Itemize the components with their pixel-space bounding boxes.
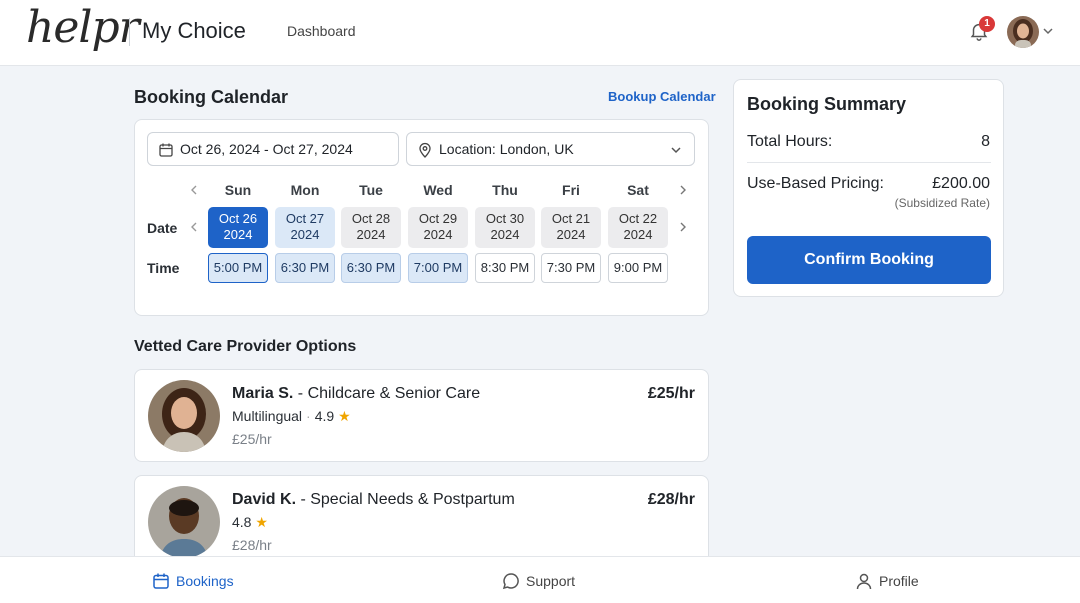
date-cell-year: 2024 — [556, 227, 586, 242]
date-cell-year: 2024 — [290, 227, 320, 242]
date-cell-thu[interactable]: Oct 30 2024 — [475, 207, 535, 248]
time-slot-sat[interactable]: 9:00 PM — [608, 253, 668, 283]
app-title: My Choice — [142, 18, 246, 43]
date-cell-year: 2024 — [423, 227, 453, 242]
date-cell-day: Oct 29 — [418, 211, 458, 226]
user-avatar[interactable] — [1007, 16, 1039, 48]
pricing-note: (Subsidized Rate) — [894, 196, 990, 210]
day-header-sun: Sun — [224, 182, 252, 198]
star-icon: ★ — [255, 514, 268, 530]
date-cell-wed[interactable]: Oct 29 2024 — [408, 207, 468, 248]
summary-divider — [747, 162, 991, 163]
day-header-wed: Wed — [423, 182, 453, 198]
provider-rate-small: £28/hr — [232, 537, 272, 553]
day-header-tue: Tue — [359, 182, 383, 198]
provider-rate: £25/hr — [647, 385, 695, 402]
date-cell-sat[interactable]: Oct 22 2024 — [608, 207, 668, 248]
date-range-field[interactable]: Oct 26, 2024 - Oct 27, 2024 — [147, 132, 399, 166]
date-cell-day: Oct 28 — [351, 211, 391, 226]
provider-card-david[interactable]: David K. - Special Needs & Postpartum 4.… — [134, 475, 709, 568]
nav-bookings[interactable]: Bookings — [176, 573, 234, 589]
date-cell-day: Oct 27 — [285, 211, 325, 226]
provider-rate-small: £25/hr — [232, 431, 272, 447]
provider-rate: £28/hr — [647, 491, 695, 508]
provider-meta: Multilingual · 4.9 ★ — [232, 408, 351, 425]
provider-card-maria[interactable]: Maria S. - Childcare & Senior Care Multi… — [134, 369, 709, 462]
chevron-down-icon — [671, 147, 681, 154]
date-cell-sun[interactable]: Oct 26 2024 — [208, 207, 268, 248]
provider-name-line: Maria S. - Childcare & Senior Care — [232, 385, 480, 403]
date-cell-year: 2024 — [356, 227, 386, 242]
date-cell-day: Oct 26 — [218, 211, 258, 226]
date-cell-year: 2024 — [223, 227, 253, 242]
date-range-value: Oct 26, 2024 - Oct 27, 2024 — [180, 141, 353, 157]
notification-badge: 1 — [979, 16, 995, 32]
prev-dates-arrow-icon[interactable] — [188, 221, 200, 233]
providers-title: Vetted Care Provider Options — [134, 338, 357, 355]
pricing-label: Use-Based Pricing: — [747, 175, 884, 192]
prev-week-arrow-icon[interactable] — [188, 184, 200, 196]
next-dates-arrow-icon[interactable] — [677, 221, 689, 233]
provider-avatar — [148, 486, 220, 558]
provider-rating: 4.9 — [314, 408, 335, 424]
header-divider — [129, 18, 130, 46]
provider-name: David K. — [232, 491, 297, 508]
bookup-calendar-link[interactable]: Bookup Calendar — [608, 89, 716, 104]
date-cell-year: 2024 — [623, 227, 653, 242]
star-icon: ★ — [338, 408, 351, 424]
bottom-navigation: Bookings Support Profile — [0, 556, 1080, 603]
chevron-down-icon[interactable] — [1042, 25, 1054, 37]
calendar-icon — [159, 143, 173, 157]
user-icon[interactable] — [855, 572, 873, 590]
pricing-value: £200.00 — [932, 175, 990, 192]
provider-name: Maria S. — [232, 385, 294, 402]
day-header-sat: Sat — [627, 182, 649, 198]
summary-title: Booking Summary — [747, 94, 907, 114]
provider-tag: Multilingual — [232, 408, 303, 424]
date-row-label: Date — [147, 220, 178, 236]
provider-rating: 4.8 — [232, 514, 252, 530]
location-value: Location: London, UK — [439, 141, 574, 157]
total-hours-value: 8 — [981, 133, 990, 150]
date-cell-tue[interactable]: Oct 28 2024 — [341, 207, 401, 248]
date-cell-day: Oct 22 — [618, 211, 658, 226]
time-slot-thu[interactable]: 8:30 PM — [475, 253, 535, 283]
nav-support[interactable]: Support — [526, 573, 575, 589]
time-slot-sun[interactable]: 5:00 PM — [208, 253, 268, 283]
provider-avatar — [148, 380, 220, 452]
separator-dot: · — [306, 408, 311, 424]
total-hours-label: Total Hours: — [747, 133, 833, 150]
nav-dashboard-link[interactable]: Dashboard — [287, 23, 356, 39]
provider-role: - Special Needs & Postpartum — [296, 491, 515, 508]
time-slot-tue[interactable]: 6:30 PM — [341, 253, 401, 283]
date-cell-day: Oct 30 — [485, 211, 525, 226]
provider-meta: 4.8 ★ — [232, 514, 268, 531]
provider-role: - Childcare & Senior Care — [293, 385, 481, 402]
time-row-label: Time — [147, 260, 180, 276]
chat-bubble-icon[interactable] — [502, 572, 520, 590]
time-slot-wed[interactable]: 7:00 PM — [408, 253, 468, 283]
top-header: helpr My Choice Dashboard 1 — [0, 0, 1080, 66]
time-slot-mon[interactable]: 6:30 PM — [275, 253, 335, 283]
day-header-mon: Mon — [290, 182, 320, 198]
helpr-logo[interactable]: helpr — [26, 2, 140, 53]
day-header-thu: Thu — [492, 182, 518, 198]
provider-name-line: David K. - Special Needs & Postpartum — [232, 491, 515, 509]
location-select[interactable]: Location: London, UK — [406, 132, 695, 166]
day-header-fri: Fri — [562, 182, 580, 198]
time-slot-fri[interactable]: 7:30 PM — [541, 253, 601, 283]
booking-calendar-title: Booking Calendar — [134, 87, 289, 107]
next-week-arrow-icon[interactable] — [677, 184, 689, 196]
date-cell-mon[interactable]: Oct 27 2024 — [275, 207, 335, 248]
confirm-booking-button[interactable]: Confirm Booking — [747, 236, 991, 284]
calendar-icon[interactable] — [152, 572, 170, 590]
booking-summary-card: Booking Summary Total Hours: 8 Use-Based… — [733, 79, 1004, 297]
date-cell-year: 2024 — [490, 227, 520, 242]
date-cell-day: Oct 21 — [551, 211, 591, 226]
location-pin-icon — [419, 142, 431, 158]
date-cell-fri[interactable]: Oct 21 2024 — [541, 207, 601, 248]
nav-profile[interactable]: Profile — [879, 573, 919, 589]
